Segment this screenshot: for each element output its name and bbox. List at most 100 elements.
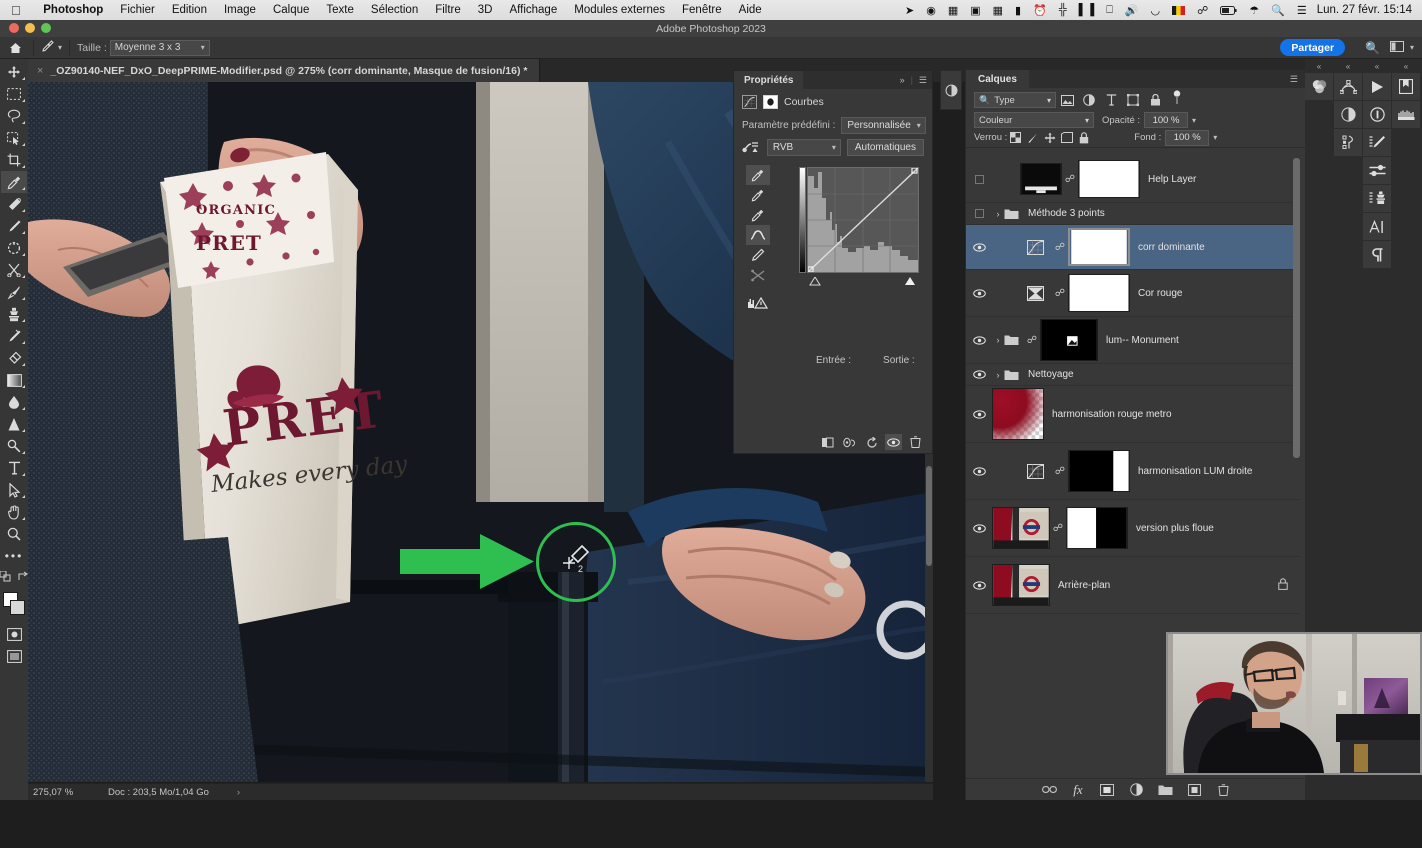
table-row[interactable]: › Nettoyage	[966, 364, 1300, 386]
set-black-point-eyedropper[interactable]	[746, 165, 770, 185]
layer-mask-icon[interactable]	[763, 95, 778, 109]
chevron-down-icon[interactable]: ▾	[1213, 133, 1217, 142]
control-center-icon[interactable]: ☰	[1291, 4, 1313, 17]
eyedropper-tool[interactable]	[1, 171, 27, 193]
set-white-point-eyedropper[interactable]	[746, 205, 770, 225]
smooth-curve-tool[interactable]	[746, 265, 770, 285]
menu-edition[interactable]: Edition	[163, 4, 215, 16]
fx-icon[interactable]: fx	[1071, 782, 1086, 797]
layer-visibility-toggle[interactable]	[966, 580, 992, 590]
layer-mask-thumbnail[interactable]	[1068, 228, 1130, 266]
histogram-icon[interactable]	[1334, 129, 1362, 157]
link-mask-icon[interactable]: ☍	[1052, 288, 1068, 299]
layer-thumbnail[interactable]	[992, 507, 1050, 549]
zoom-level[interactable]: 275,07 %	[33, 787, 88, 798]
menubar-clock[interactable]: Lun. 27 févr. 15:14	[1313, 4, 1422, 16]
layer-name[interactable]: version plus floue	[1136, 523, 1214, 534]
menu-modules-externes[interactable]: Modules externes	[566, 4, 674, 16]
brush-tool[interactable]	[1, 215, 27, 237]
delete-button[interactable]	[907, 434, 924, 450]
collapsed-panel-dock[interactable]	[940, 70, 962, 110]
hand-tool[interactable]	[1, 501, 27, 523]
type-filter-icon[interactable]	[1100, 92, 1122, 108]
table-row[interactable]: ☍ Cor rouge	[966, 270, 1300, 317]
clone-source-icon[interactable]	[1363, 185, 1391, 213]
auto-button[interactable]: Automatiques	[846, 139, 924, 156]
table-row[interactable]: ☍ Help Layer	[966, 156, 1300, 203]
link-mask-icon[interactable]: ☍	[1024, 335, 1040, 346]
wifi-icon[interactable]: ☂	[1243, 4, 1265, 17]
paths-icon[interactable]	[1334, 73, 1362, 101]
channel-select[interactable]: RVB ▾	[766, 139, 841, 156]
layer-name[interactable]: Cor rouge	[1138, 288, 1182, 299]
screen-record-icon[interactable]: ▣	[964, 4, 986, 17]
layer-name[interactable]: Arrière-plan	[1058, 580, 1110, 591]
play-icon[interactable]	[1363, 73, 1391, 101]
color-wheel-icon[interactable]	[1305, 73, 1333, 101]
new-adjustment-button[interactable]	[1129, 782, 1144, 797]
minimize-window-button[interactable]	[25, 23, 35, 33]
search-icon[interactable]: 🔍	[1359, 41, 1386, 55]
channel-mixer-icon[interactable]	[1018, 285, 1052, 301]
panel-menu-icon[interactable]: ☰	[919, 75, 927, 86]
close-icon[interactable]: ×	[37, 65, 43, 77]
window-controls[interactable]	[9, 23, 51, 33]
link-layers-button[interactable]	[1041, 782, 1057, 797]
info-icon[interactable]	[1363, 101, 1391, 129]
stats-icon[interactable]: ▌▐	[1073, 4, 1101, 16]
battery-icon[interactable]	[1214, 5, 1243, 15]
path-select-tool[interactable]	[1, 479, 27, 501]
toggle-previous-state-button[interactable]	[841, 434, 858, 450]
menu-fichier[interactable]: Fichier	[112, 4, 164, 16]
creative-cloud-icon[interactable]: ◉	[920, 4, 942, 17]
table-row[interactable]: ☍ harmonisation LUM droite	[966, 443, 1300, 500]
lock-all-icon[interactable]	[1075, 130, 1092, 146]
character-icon[interactable]	[1363, 213, 1391, 241]
layers-scroll-thumb[interactable]	[1293, 158, 1300, 458]
object-selection-tool[interactable]	[1, 127, 27, 149]
table-row[interactable]: ☍ corr dominante	[966, 225, 1300, 270]
layer-mask-thumbnail[interactable]	[1078, 160, 1140, 198]
link-mask-icon[interactable]: ☍	[1052, 466, 1068, 477]
set-gray-point-eyedropper[interactable]	[746, 185, 770, 205]
layer-mask-thumbnail[interactable]	[1066, 507, 1128, 549]
sliders-icon[interactable]	[1363, 157, 1391, 185]
layer-name[interactable]: corr dominante	[1138, 242, 1205, 253]
paragraph-icon[interactable]	[1363, 241, 1391, 269]
menu-filtre[interactable]: Filtre	[427, 4, 470, 16]
collapse-dock-icon[interactable]: «	[1392, 59, 1420, 73]
chevrons-right-icon[interactable]: »	[900, 75, 905, 85]
active-tool-chip[interactable]: ▾	[37, 39, 66, 56]
scissors-tool[interactable]	[1, 259, 27, 281]
layer-visibility-toggle[interactable]	[966, 242, 992, 252]
bird-icon[interactable]: ➤	[899, 4, 920, 17]
layer-lock-icon[interactable]	[1278, 577, 1288, 593]
layer-visibility-toggle[interactable]	[966, 523, 992, 533]
spot-healing-tool[interactable]	[1, 193, 27, 215]
filter-toggle-icon[interactable]	[1172, 89, 1182, 111]
filter-type-select[interactable]: 🔍 Type ▾	[974, 92, 1056, 108]
history-brush-tool[interactable]	[1, 325, 27, 347]
chevron-down-icon[interactable]: ▾	[1192, 116, 1196, 125]
menu-selection[interactable]: Sélection	[362, 4, 426, 16]
chevron-down-icon[interactable]: ▾	[58, 43, 62, 52]
layer-mask-thumbnail[interactable]	[1068, 274, 1130, 312]
table-row[interactable]: ☍ version plus floue	[966, 500, 1300, 557]
quick-mask-icon[interactable]	[1, 623, 27, 645]
document-tab[interactable]: × _OZ90140-NEF_DxO_DeepPRIME-Modifier.ps…	[28, 59, 541, 82]
curves-graph[interactable]	[807, 167, 919, 273]
new-layer-button[interactable]	[1187, 782, 1202, 797]
blur-tool[interactable]	[1, 391, 27, 413]
table-row[interactable]: Arrière-plan	[966, 557, 1300, 614]
group-mask-thumbnail[interactable]	[1040, 319, 1098, 361]
background-color-swatch[interactable]	[10, 600, 25, 615]
lasso-tool[interactable]	[1, 105, 27, 127]
on-image-adjust-icon[interactable]	[742, 141, 761, 154]
color-swatches[interactable]	[1, 591, 27, 617]
close-window-button[interactable]	[9, 23, 19, 33]
time-machine-icon[interactable]: ⏰	[1027, 4, 1053, 17]
workspace-icon[interactable]	[1386, 40, 1408, 55]
layer-thumbnail[interactable]	[992, 564, 1050, 606]
adjustments-icon[interactable]	[1334, 101, 1362, 129]
menu-3d[interactable]: 3D	[469, 4, 501, 16]
